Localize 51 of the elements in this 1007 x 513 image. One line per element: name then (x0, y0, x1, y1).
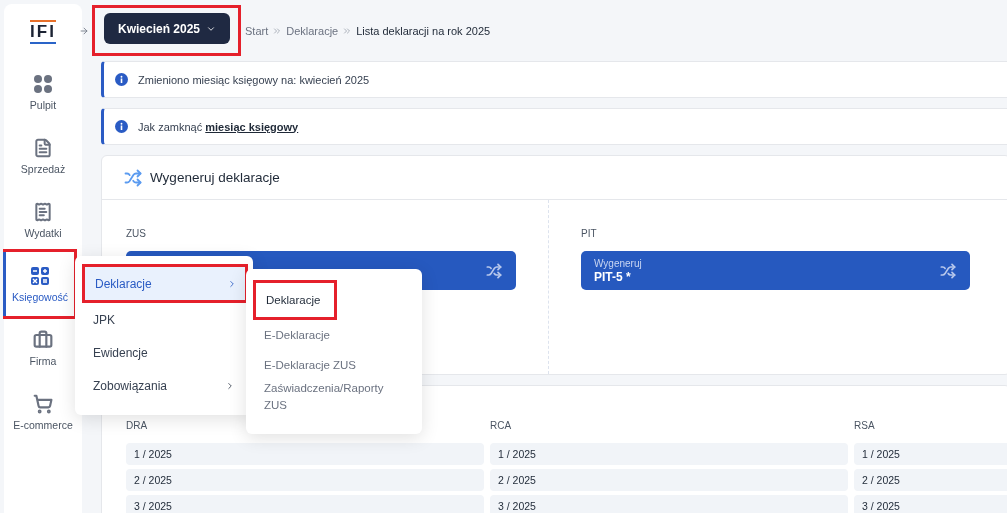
info-icon (115, 120, 128, 133)
period-item[interactable]: 2 / 2025 (490, 469, 848, 491)
period-item[interactable]: 1 / 2025 (126, 443, 484, 465)
section-heading: PIT (581, 228, 598, 239)
sidebar-item[interactable]: Wydatki (1, 188, 82, 252)
period-item[interactable]: 1 / 2025 (854, 443, 1007, 465)
submenu-item[interactable]: Deklaracje (256, 285, 329, 315)
column-heading: DRA (126, 420, 149, 431)
section-heading: ZUS (126, 228, 147, 239)
period-item[interactable]: 2 / 2025 (854, 469, 1007, 491)
card-title: Wygeneruj deklaracje (150, 170, 280, 185)
alert-text: Jak zamknąć miesiąc księgowy (138, 120, 299, 133)
chevrons-icon (272, 25, 283, 36)
column-heading: RCA (490, 420, 513, 431)
menu-item[interactable]: Ewidencje (83, 336, 243, 369)
help-link[interactable]: miesiąc księgowy (205, 120, 299, 133)
menu-item[interactable]: Zobowiązania (83, 369, 243, 402)
period-item[interactable]: 1 / 2025 (490, 443, 848, 465)
briefcase-icon (33, 329, 53, 350)
document-icon (33, 137, 53, 158)
submenu-item[interactable]: E-Deklaracje (254, 320, 412, 350)
period-item[interactable]: 3 / 2025 (490, 495, 848, 513)
sidebar-item[interactable]: E-commerce (1, 380, 82, 444)
period-item[interactable]: 3 / 2025 (854, 495, 1007, 513)
logo[interactable]: IFI (30, 20, 56, 44)
chevrons-icon (342, 25, 353, 36)
menu-item[interactable]: Deklaracje (85, 267, 245, 300)
submenu-item[interactable]: E-Deklaracje ZUS (254, 350, 412, 380)
month-button[interactable]: Kwiecień 2025 (104, 13, 230, 44)
calculator-icon (30, 265, 50, 286)
sidebar-item[interactable]: Pulpit (1, 60, 82, 124)
shuffle-icon (124, 168, 142, 187)
menu-item[interactable]: JPK (83, 303, 243, 336)
sidebar-item[interactable]: Sprzedaż (1, 124, 82, 188)
column-heading: RSA (854, 420, 876, 431)
arrow-icon[interactable] (79, 25, 89, 36)
breadcrumb-link[interactable]: Lista deklaracji na rok 2025 (356, 24, 491, 37)
alert-text: Zmieniono miesiąc księgowy na: kwiecień 2025 (138, 73, 370, 86)
cart-icon (33, 393, 53, 414)
breadcrumb-link[interactable]: Start (245, 24, 269, 37)
info-icon (115, 73, 128, 86)
period-item[interactable]: 2 / 2025 (126, 469, 484, 491)
generate-button[interactable]: Wygeneruj PIT-5 * (581, 251, 970, 290)
period-item[interactable]: 3 / 2025 (126, 495, 484, 513)
shuffle-icon (940, 262, 956, 279)
breadcrumb-link[interactable]: Deklaracje (286, 24, 339, 37)
submenu-item[interactable]: Zaświadczenia/Raporty ZUS (254, 380, 412, 414)
shuffle-icon (486, 262, 502, 279)
sidebar-item[interactable]: Firma (1, 316, 82, 380)
receipt-icon (33, 201, 53, 222)
dots-icon (33, 73, 53, 94)
